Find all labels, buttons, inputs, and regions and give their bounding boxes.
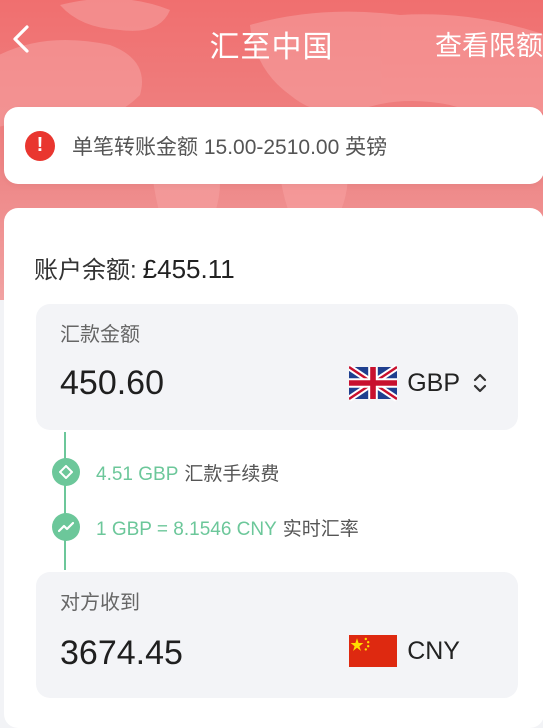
send-amount-box[interactable]: 汇款金额 450.60 GBP bbox=[36, 304, 518, 430]
fee-label: 汇款手续费 bbox=[184, 463, 280, 485]
uk-flag-icon bbox=[349, 364, 398, 402]
diamond-icon bbox=[52, 458, 80, 486]
receive-currency-code: CNY bbox=[407, 636, 460, 665]
send-amount-label: 汇款金额 bbox=[60, 324, 140, 346]
receive-amount-box: 对方收到 3674.45 CNY bbox=[36, 572, 518, 698]
account-balance: 账户余额: £455.11 bbox=[34, 250, 235, 285]
transfer-panel: 账户余额: £455.11 汇款金额 450.60 GBP 4.51 GBP 汇款手… bbox=[4, 208, 543, 728]
top-navigation-bar: 汇至中国 查看限额 bbox=[0, 0, 543, 82]
timeline-line bbox=[64, 432, 66, 570]
exclamation-circle-icon: ! bbox=[25, 130, 55, 161]
receive-amount-label: 对方收到 bbox=[60, 592, 140, 614]
rate-value: 1 GBP = 8.1546 CNY bbox=[96, 518, 277, 540]
fee-value: 4.51 GBP bbox=[96, 463, 179, 485]
up-down-arrows-icon bbox=[473, 373, 487, 393]
balance-label: 账户余额: bbox=[34, 257, 137, 284]
receive-currency: CNY bbox=[349, 632, 460, 670]
send-amount-input[interactable]: 450.60 bbox=[60, 364, 164, 403]
notice-text: 单笔转账金额 15.00-2510.00 英镑 bbox=[72, 135, 388, 159]
receive-amount-value: 3674.45 bbox=[60, 634, 183, 672]
trend-icon bbox=[52, 513, 80, 541]
balance-value: £455.11 bbox=[142, 254, 235, 284]
rate-label: 实时汇率 bbox=[282, 518, 359, 540]
view-limits-link[interactable]: 查看限额 bbox=[435, 24, 543, 63]
send-currency-code: GBP bbox=[407, 368, 460, 397]
china-flag-icon bbox=[349, 635, 398, 667]
rate-row: 1 GBP = 8.1546 CNY 实时汇率 bbox=[52, 513, 359, 541]
send-currency-selector[interactable]: GBP bbox=[349, 364, 488, 402]
transfer-limit-notice: ! 单笔转账金额 15.00-2510.00 英镑 bbox=[4, 107, 543, 184]
fee-row: 4.51 GBP 汇款手续费 bbox=[52, 458, 279, 486]
